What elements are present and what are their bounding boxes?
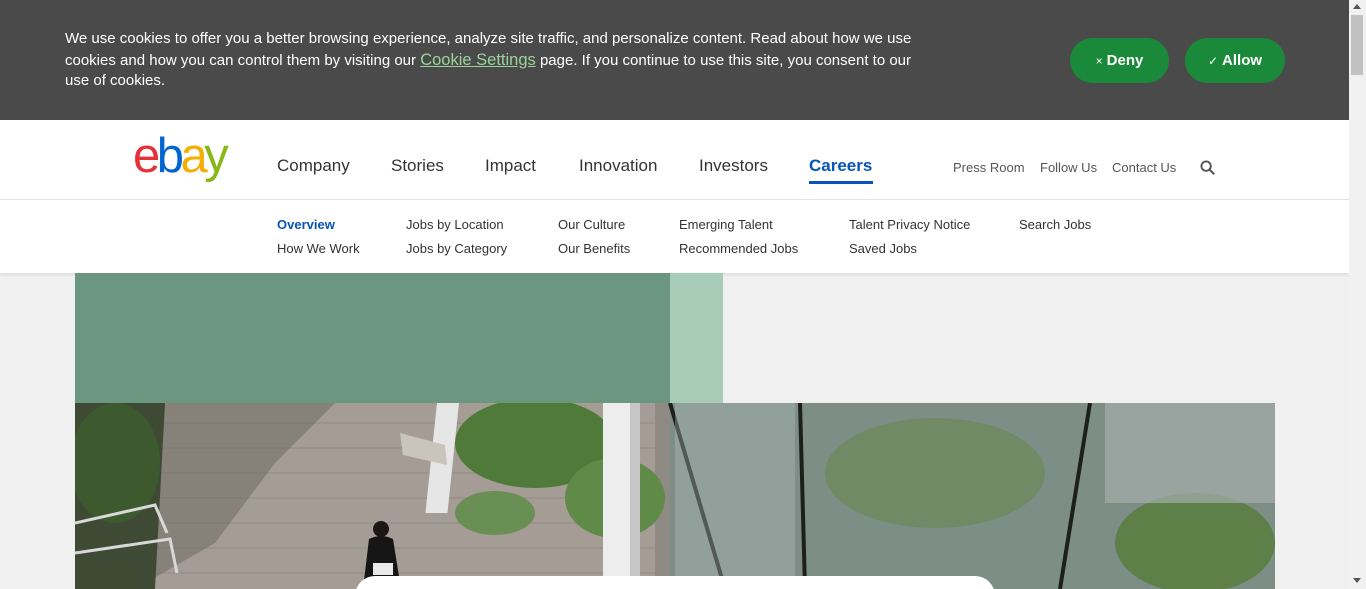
subnav-saved-jobs[interactable]: Saved Jobs (849, 241, 917, 256)
logo-letter-y: y (204, 129, 229, 183)
cookie-settings-link[interactable]: Cookie Settings (420, 51, 536, 69)
allow-label: Allow (1222, 52, 1263, 69)
nav-careers[interactable]: Careers (809, 156, 872, 176)
contact-us-link[interactable]: Contact Us (1112, 160, 1176, 175)
active-nav-underline (809, 181, 873, 184)
hero-photo-illustration (75, 403, 1275, 589)
subnav-search-jobs[interactable]: Search Jobs (1019, 217, 1091, 232)
scroll-down-arrow-icon[interactable] (1353, 578, 1361, 583)
deny-button[interactable]: × Deny (1070, 38, 1169, 83)
deny-label: Deny (1106, 52, 1144, 69)
scrollbar[interactable] (1349, 0, 1366, 589)
nav-investors[interactable]: Investors (699, 156, 768, 176)
cookie-message: We use cookies to offer you a better bro… (65, 29, 925, 92)
nav-impact[interactable]: Impact (485, 156, 536, 176)
logo-letter-b: b (156, 129, 184, 183)
hero-green-accent (670, 273, 723, 403)
subnav-overview[interactable]: Overview (277, 217, 335, 232)
scroll-thumb[interactable] (1351, 15, 1363, 75)
press-room-link[interactable]: Press Room (953, 160, 1025, 175)
check-icon: ✓ (1207, 53, 1219, 68)
subnav-talent-privacy-notice[interactable]: Talent Privacy Notice (849, 217, 970, 232)
allow-button[interactable]: ✓ Allow (1185, 38, 1285, 83)
search-card-top (355, 576, 995, 589)
hero-green-block (75, 273, 670, 403)
careers-subnav: Overview How We Work Jobs by Location Jo… (0, 200, 1349, 273)
logo-letter-a: a (180, 129, 208, 183)
follow-us-link[interactable]: Follow Us (1040, 160, 1097, 175)
nav-innovation[interactable]: Innovation (579, 156, 657, 176)
subnav-how-we-work[interactable]: How We Work (277, 241, 360, 256)
subnav-our-benefits[interactable]: Our Benefits (558, 241, 630, 256)
nav-company[interactable]: Company (277, 156, 350, 176)
subnav-recommended-jobs[interactable]: Recommended Jobs (679, 241, 798, 256)
nav-stories[interactable]: Stories (391, 156, 444, 176)
scroll-up-arrow-icon[interactable] (1353, 4, 1361, 9)
cookie-banner: We use cookies to offer you a better bro… (0, 0, 1349, 120)
close-icon: × (1095, 53, 1103, 68)
search-icon[interactable] (1200, 160, 1215, 175)
subnav-jobs-by-location[interactable]: Jobs by Location (406, 217, 504, 232)
hero-image (75, 403, 1275, 589)
subnav-jobs-by-category[interactable]: Jobs by Category (406, 241, 507, 256)
subnav-our-culture[interactable]: Our Culture (558, 217, 625, 232)
ebay-logo[interactable]: ebay (133, 129, 229, 183)
subnav-emerging-talent[interactable]: Emerging Talent (679, 217, 773, 232)
logo-letter-e: e (133, 129, 160, 183)
site-header: ebay Company Stories Impact Innovation I… (0, 120, 1349, 200)
